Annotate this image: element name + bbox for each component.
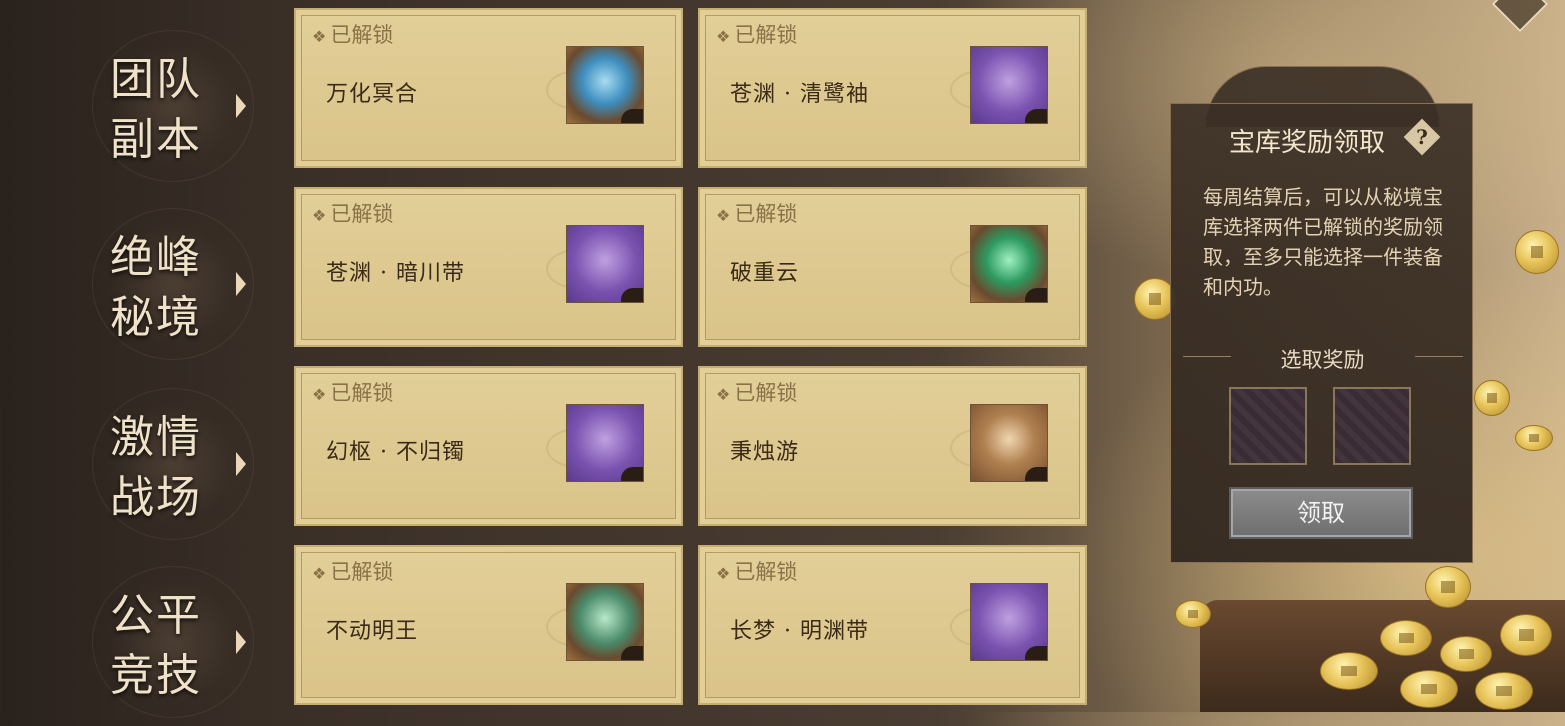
- category-label: 绝峰: [110, 232, 202, 283]
- reward-name: 万化冥合: [326, 82, 419, 107]
- coin-decoration: [1515, 230, 1559, 274]
- category-team-dungeon[interactable]: 团队 副本: [60, 20, 290, 190]
- chevron-right-icon: [236, 630, 246, 654]
- category-label: 竞技: [110, 650, 202, 701]
- category-label: 激情: [110, 412, 202, 463]
- coin-decoration: [1400, 670, 1458, 708]
- coin-decoration: [1475, 672, 1533, 710]
- vault-reward-panel: 宝库奖励领取 ? 每周结算后，可以从秘境宝库选择两件已解锁的奖励领取，至多只能选…: [1170, 103, 1473, 563]
- diamond-bullet-icon: ❖: [312, 564, 327, 583]
- coin-decoration: [1320, 652, 1378, 690]
- coin-decoration: [1500, 614, 1552, 656]
- diamond-bullet-icon: ❖: [716, 564, 731, 583]
- coin-decoration: [1380, 620, 1432, 656]
- category-secret-realm[interactable]: 绝峰 秘境: [60, 198, 290, 368]
- question-icon: ?: [1416, 125, 1428, 149]
- diamond-bullet-icon: ❖: [716, 385, 731, 404]
- category-fair-arena[interactable]: 公平 竞技: [60, 556, 290, 726]
- diamond-bullet-icon: ❖: [312, 206, 327, 225]
- blue-orb-icon[interactable]: [566, 46, 644, 124]
- coin-decoration: [1175, 600, 1211, 628]
- unlock-status: 已解锁: [734, 202, 798, 226]
- unlock-status: 已解锁: [330, 202, 394, 226]
- reward-name: 秉烛游: [730, 440, 800, 465]
- bracelet-icon[interactable]: [566, 404, 644, 482]
- coin-decoration: [1474, 380, 1510, 416]
- coin-decoration: [1515, 425, 1553, 451]
- diamond-bullet-icon: ❖: [312, 27, 327, 46]
- reward-name: 长梦 · 明渊带: [730, 619, 869, 644]
- chevron-right-icon: [236, 272, 246, 296]
- coin-decoration: [1440, 636, 1492, 672]
- reward-name: 苍渊 · 清鹭袖: [730, 82, 869, 107]
- reward-card[interactable]: ❖ 已解锁 长梦 · 明渊带: [698, 545, 1087, 705]
- help-button[interactable]: ?: [1403, 118, 1441, 156]
- reward-slot[interactable]: [1229, 387, 1307, 465]
- reward-card[interactable]: ❖ 已解锁 破重云: [698, 187, 1087, 347]
- chevron-right-icon: [236, 94, 246, 118]
- reward-name: 不动明王: [326, 619, 419, 644]
- reward-card[interactable]: ❖ 已解锁 不动明王: [294, 545, 683, 705]
- reward-slot[interactable]: [1333, 387, 1411, 465]
- select-reward-label: 选取奖励: [1280, 348, 1365, 372]
- reward-name: 破重云: [730, 261, 800, 286]
- bracer-icon[interactable]: [970, 46, 1048, 124]
- belt-icon[interactable]: [566, 225, 644, 303]
- reward-name: 苍渊 · 暗川带: [326, 261, 465, 286]
- unlock-status: 已解锁: [734, 560, 798, 584]
- coin-decoration: [1425, 566, 1471, 608]
- reward-card[interactable]: ❖ 已解锁 苍渊 · 暗川带: [294, 187, 683, 347]
- reward-card[interactable]: ❖ 已解锁 苍渊 · 清鹭袖: [698, 8, 1087, 168]
- claim-button[interactable]: 领取: [1229, 487, 1413, 539]
- category-label: 秘境: [110, 292, 202, 343]
- unlock-status: 已解锁: [330, 560, 394, 584]
- chevron-right-icon: [236, 452, 246, 476]
- panel-description: 每周结算后，可以从秘境宝库选择两件已解锁的奖励领取，至多只能选择一件装备和内功。: [1203, 185, 1443, 299]
- unlock-status: 已解锁: [734, 23, 798, 47]
- green-crystal-icon[interactable]: [970, 225, 1048, 303]
- menu-diamond-button[interactable]: [1491, 0, 1549, 33]
- reward-card[interactable]: ❖ 已解锁 万化冥合: [294, 8, 683, 168]
- panel-title: 宝库奖励领取: [1229, 128, 1386, 158]
- diamond-bullet-icon: ❖: [716, 206, 731, 225]
- category-label: 副本: [110, 114, 202, 165]
- reward-card[interactable]: ❖ 已解锁 秉烛游: [698, 366, 1087, 526]
- unlock-status: 已解锁: [734, 381, 798, 405]
- scroll-icon[interactable]: [970, 404, 1048, 482]
- jade-stone-icon[interactable]: [566, 583, 644, 661]
- belt-icon[interactable]: [970, 583, 1048, 661]
- reward-card[interactable]: ❖ 已解锁 幻枢 · 不归镯: [294, 366, 683, 526]
- unlock-status: 已解锁: [330, 381, 394, 405]
- category-battlefield[interactable]: 激情 战场: [60, 378, 290, 548]
- category-label: 战场: [110, 472, 202, 523]
- reward-name: 幻枢 · 不归镯: [326, 440, 465, 465]
- unlock-status: 已解锁: [330, 23, 394, 47]
- category-label: 团队: [110, 54, 202, 105]
- diamond-bullet-icon: ❖: [716, 27, 731, 46]
- category-label: 公平: [110, 590, 202, 641]
- diamond-bullet-icon: ❖: [312, 385, 327, 404]
